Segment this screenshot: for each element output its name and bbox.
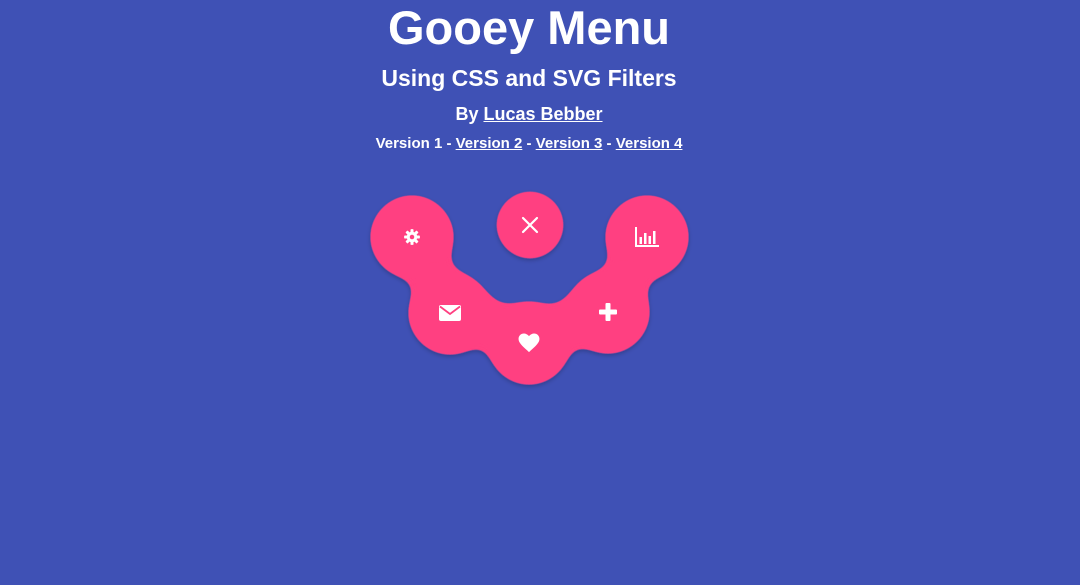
menu-toggle-button[interactable] bbox=[497, 192, 563, 258]
gooey-blob bbox=[371, 192, 688, 384]
mail-button[interactable] bbox=[409, 272, 491, 354]
stats-button[interactable] bbox=[606, 196, 688, 278]
close-icon bbox=[521, 216, 539, 234]
settings-button[interactable] bbox=[371, 196, 453, 278]
heart-icon bbox=[518, 333, 540, 353]
plus-icon bbox=[599, 303, 617, 321]
add-button[interactable] bbox=[567, 271, 649, 353]
envelope-icon bbox=[439, 305, 461, 321]
page: Gooey Menu Using CSS and SVG Filters By … bbox=[0, 0, 1080, 585]
gear-icon bbox=[404, 229, 420, 245]
gooey-menu bbox=[0, 0, 1080, 585]
bar-chart-icon bbox=[635, 227, 659, 247]
favorite-button[interactable] bbox=[488, 302, 570, 384]
